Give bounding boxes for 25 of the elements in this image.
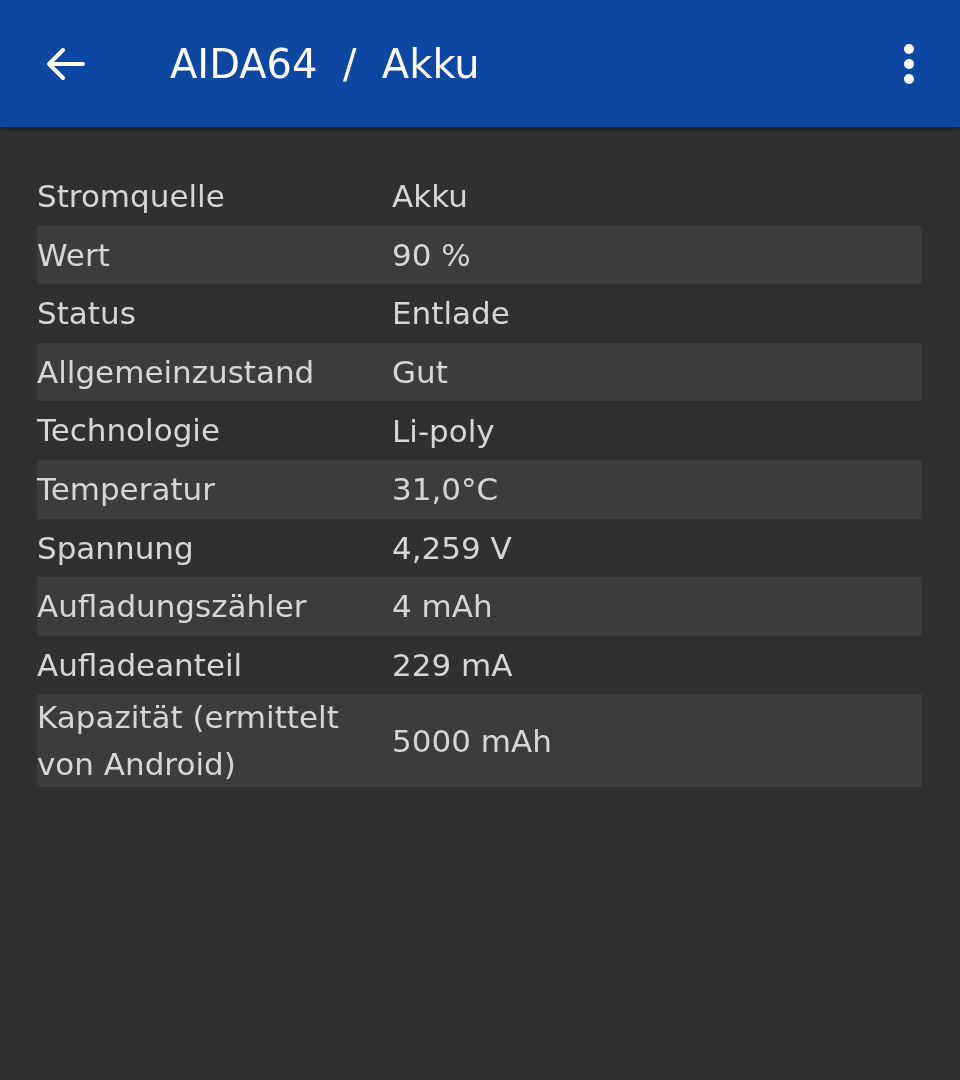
row-value: Akku bbox=[392, 178, 469, 215]
row-value: Li-poly bbox=[392, 412, 496, 449]
row-label: Wert bbox=[37, 235, 111, 275]
row-label: Spannung bbox=[37, 528, 195, 568]
back-arrow-icon bbox=[45, 46, 85, 81]
row-label: Technologie bbox=[37, 411, 221, 451]
row-label: Temperatur bbox=[37, 470, 216, 509]
row-value: Gut bbox=[392, 354, 449, 391]
row-value: 4,259 V bbox=[392, 529, 513, 566]
row-label: Allgemeinzustand bbox=[37, 352, 316, 392]
row-value: 5000 mAh bbox=[392, 722, 553, 759]
more-options-button[interactable] bbox=[903, 43, 915, 84]
row-label: Aufladungszähler bbox=[37, 587, 308, 627]
row-value: 229 mA bbox=[392, 647, 514, 684]
row-label: Stromquelle bbox=[37, 177, 226, 217]
row-label: Kapazität (ermittelt von Android) bbox=[37, 698, 340, 784]
back-button[interactable] bbox=[45, 46, 87, 81]
row-label: Status bbox=[37, 294, 137, 334]
row-label: Aufladeanteil bbox=[37, 645, 244, 685]
more-options-icon bbox=[903, 43, 915, 84]
app-title: AIDA64 / Akku bbox=[170, 40, 481, 87]
row-value: 31,0°C bbox=[392, 471, 500, 508]
row-value: 4 mAh bbox=[392, 588, 494, 625]
row-value: Entlade bbox=[392, 295, 511, 332]
row-value: 90 % bbox=[392, 236, 472, 273]
